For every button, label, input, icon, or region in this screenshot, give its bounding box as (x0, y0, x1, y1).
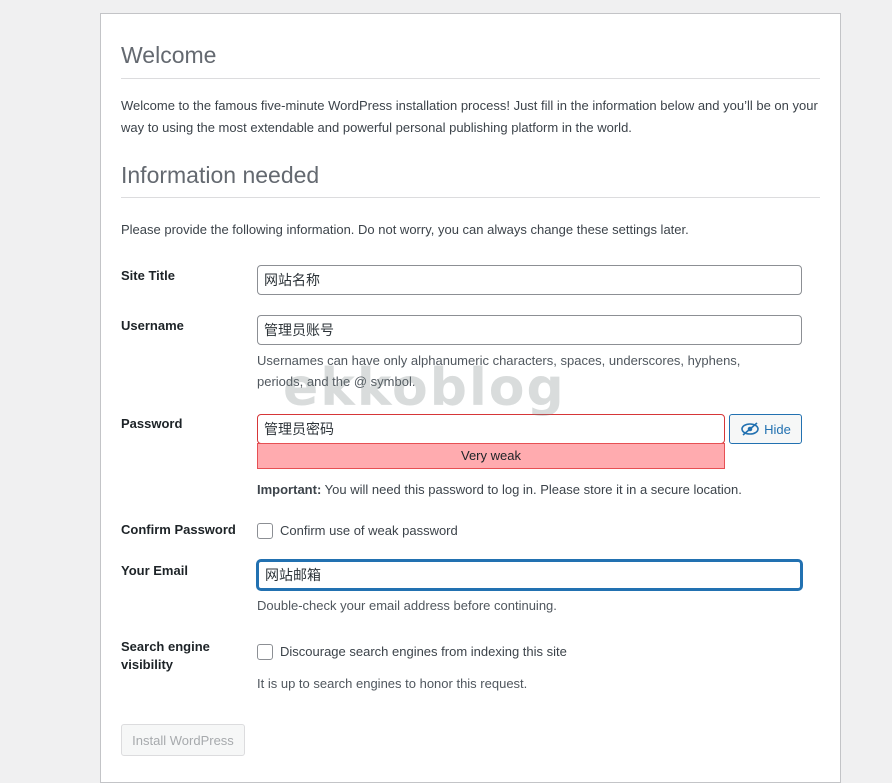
welcome-intro: Welcome to the famous five-minute WordPr… (121, 98, 818, 135)
username-help: Usernames can have only alphanumeric cha… (257, 353, 741, 389)
email-help: Double-check your email address before c… (257, 598, 557, 613)
confirm-password-label: Confirm Password (121, 522, 236, 537)
important-label: Important: (257, 482, 322, 497)
eye-slash-icon (741, 422, 759, 436)
password-label: Password (121, 416, 183, 431)
discourage-search-engines-checkbox[interactable] (257, 644, 273, 660)
email-input[interactable] (257, 560, 802, 590)
username-input[interactable] (257, 315, 802, 345)
email-label: Your Email (121, 563, 188, 578)
install-wordpress-button[interactable]: Install WordPress (121, 724, 245, 756)
hide-button-label: Hide (764, 421, 791, 437)
info-intro: Please provide the following information… (121, 222, 689, 237)
confirm-weak-password-label[interactable]: Confirm use of weak password (280, 522, 458, 540)
divider (121, 197, 820, 198)
password-input[interactable] (257, 414, 725, 444)
discourage-search-engines-label[interactable]: Discourage search engines from indexing … (280, 643, 567, 661)
password-important-note: Important: You will need this password t… (257, 479, 742, 500)
install-card: Welcome Welcome to the famous five-minut… (100, 13, 841, 783)
info-heading: Information needed (121, 162, 320, 188)
hide-password-button[interactable]: Hide (729, 414, 802, 444)
confirm-weak-password-checkbox[interactable] (257, 523, 273, 539)
search-visibility-label: Search engine visibility (121, 639, 210, 672)
site-title-input[interactable] (257, 265, 802, 295)
username-label: Username (121, 318, 184, 333)
welcome-heading: Welcome (121, 42, 217, 68)
password-strength-meter: Very weak (257, 443, 725, 469)
divider (121, 78, 820, 79)
important-text: You will need this password to log in. P… (321, 482, 742, 497)
search-visibility-help: It is up to search engines to honor this… (257, 676, 528, 691)
site-title-label: Site Title (121, 268, 175, 283)
